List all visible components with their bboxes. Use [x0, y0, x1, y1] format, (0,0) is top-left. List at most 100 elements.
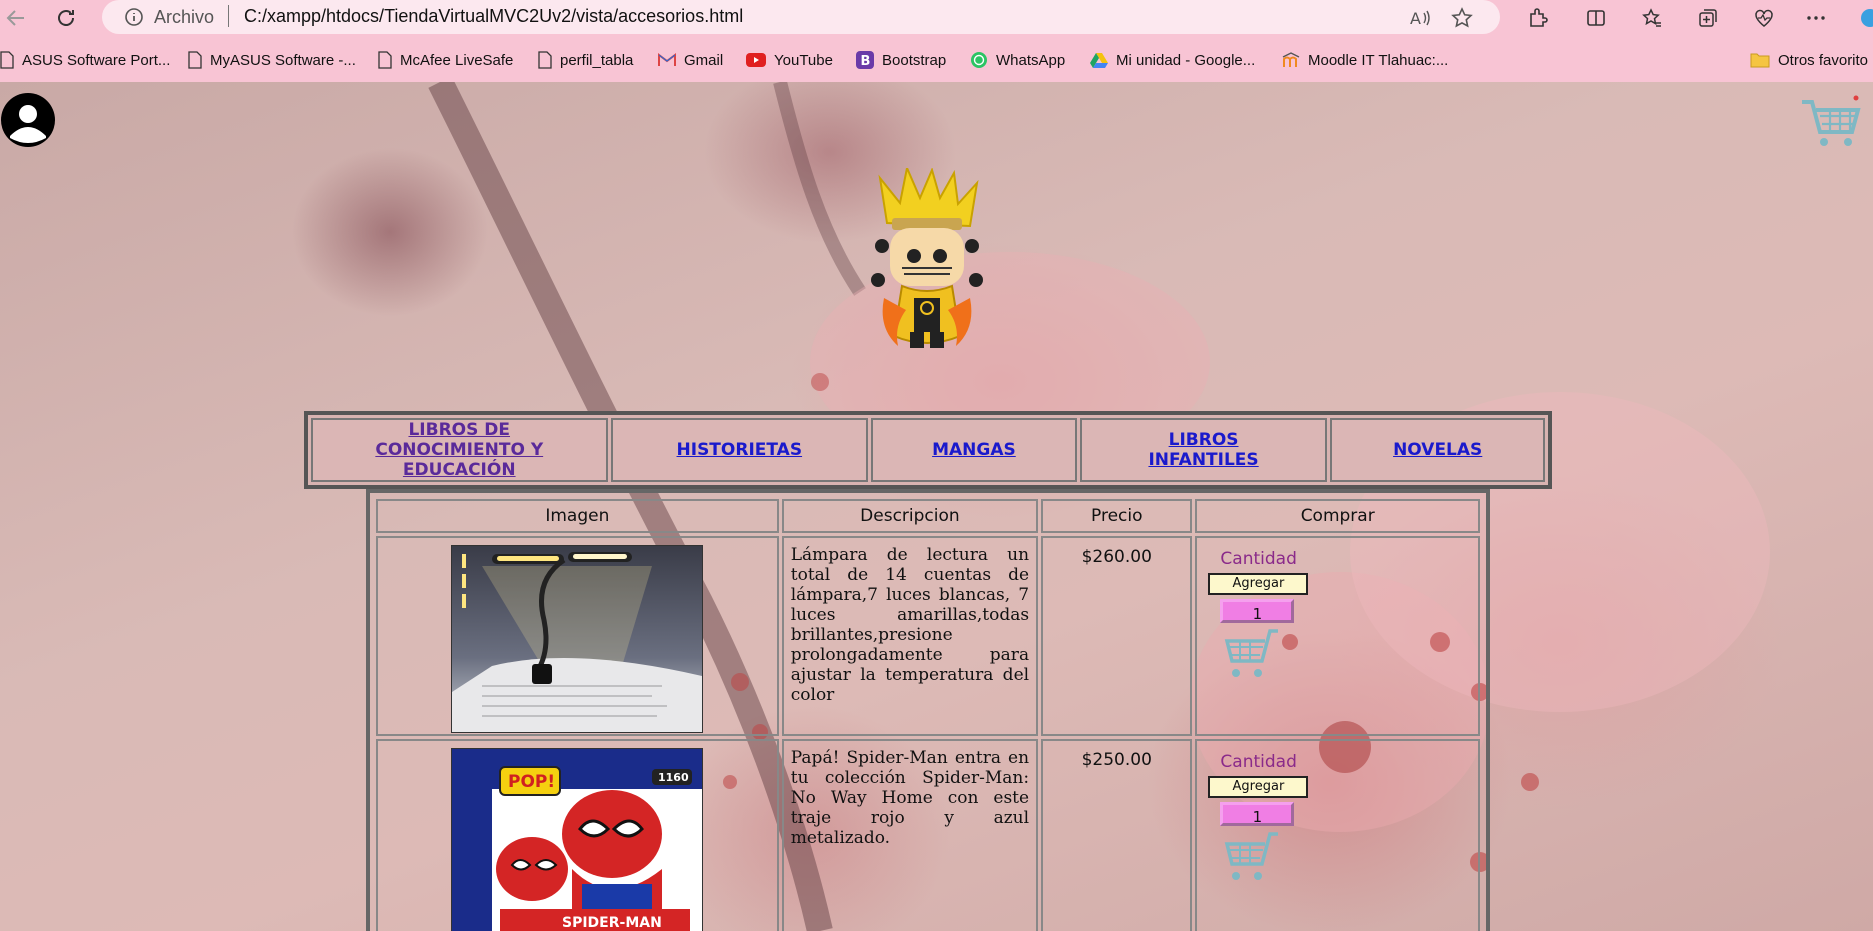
- column-header-descripcion: Descripcion: [781, 499, 1039, 533]
- info-icon: [125, 8, 143, 26]
- product-description-cell: Lámpara de lectura un total de 14 cuenta…: [781, 536, 1039, 736]
- product-table-container: Imagen Descripcion Precio Comprar Lámpar…: [366, 489, 1490, 931]
- bookmark-label: MyASUS Software -...: [210, 51, 356, 69]
- bookmark-label: Mi unidad - Google...: [1116, 51, 1256, 69]
- page-icon: [0, 51, 14, 69]
- product-description-cell: Papá! Spider-Man entra en tu colección S…: [781, 739, 1039, 931]
- column-header-imagen: Imagen: [376, 499, 779, 533]
- product-price-cell: $260.00: [1041, 536, 1193, 736]
- category-link-historietas[interactable]: HISTORIETAS: [677, 440, 803, 460]
- add-to-cart-button[interactable]: Agregar: [1208, 776, 1309, 798]
- product-description: Lámpara de lectura un total de 14 cuenta…: [790, 545, 1030, 705]
- bootstrap-icon: B: [856, 51, 874, 69]
- bookmark-gmail[interactable]: Gmail: [658, 48, 723, 72]
- page-icon: [378, 51, 392, 69]
- moodle-icon: [1282, 52, 1300, 67]
- youtube-icon: [746, 53, 766, 67]
- quantity-label: Cantidad: [1220, 549, 1297, 569]
- column-header-precio: Precio: [1041, 499, 1193, 533]
- bookmark-label: McAfee LiveSafe: [400, 51, 514, 69]
- heart-pulse-icon: [1755, 9, 1773, 27]
- split-screen-button[interactable]: [1582, 4, 1610, 32]
- shopping-cart-icon[interactable]: [1800, 94, 1862, 150]
- shopping-cart-icon[interactable]: [1224, 625, 1282, 681]
- quantity-input[interactable]: 1: [1220, 599, 1295, 623]
- naruto-figure-logo: [871, 168, 983, 348]
- collections-icon: [1699, 9, 1717, 27]
- collections-button[interactable]: [1694, 4, 1722, 32]
- folder-icon: [1750, 53, 1770, 68]
- user-avatar-icon[interactable]: [0, 92, 56, 148]
- bookmark-moodle[interactable]: Moodle IT Tlahuac:...: [1282, 48, 1448, 72]
- shopping-cart-icon[interactable]: [1224, 828, 1282, 884]
- other-favorites-folder[interactable]: Otros favorito: [1750, 48, 1868, 72]
- svg-text:A: A: [1410, 9, 1421, 28]
- page-content: LIBROS DE CONOCIMIENTO Y EDUCACIÓN HISTO…: [0, 82, 1873, 931]
- reload-icon: [58, 10, 74, 26]
- bookmark-whatsapp[interactable]: WhatsApp: [970, 48, 1065, 72]
- product-price: $250.00: [1081, 750, 1152, 770]
- more-dots-icon: [1807, 16, 1825, 20]
- reload-button[interactable]: [52, 4, 80, 32]
- puzzle-icon: [1530, 8, 1548, 27]
- back-arrow-icon: [6, 10, 24, 26]
- product-buy-cell: Cantidad Agregar 1: [1195, 536, 1480, 736]
- table-row: Lámpara de lectura un total de 14 cuenta…: [376, 536, 1480, 736]
- favorite-star-icon[interactable]: [1450, 6, 1474, 30]
- category-cell: LIBROS DE CONOCIMIENTO Y EDUCACIÓN: [311, 418, 608, 482]
- bookmark-label: YouTube: [774, 51, 833, 69]
- spiderman-funko-image: POP! 1160 SPIDER-MAN: [451, 748, 704, 931]
- bookmark-mcafee[interactable]: McAfee LiveSafe: [378, 48, 513, 72]
- menu-button[interactable]: [1802, 4, 1830, 32]
- bookmark-label: ASUS Software Port...: [22, 51, 171, 69]
- read-aloud-icon[interactable]: A: [1408, 6, 1432, 30]
- category-cell: MANGAS: [871, 418, 1077, 482]
- bookmark-label: perfil_tabla: [560, 51, 634, 69]
- category-link-mangas[interactable]: MANGAS: [932, 440, 1016, 460]
- category-link-libros-conocimiento[interactable]: LIBROS DE CONOCIMIENTO Y EDUCACIÓN: [369, 420, 549, 480]
- quantity-input[interactable]: 1: [1220, 802, 1295, 826]
- bookmark-label: Gmail: [684, 51, 724, 69]
- funko-name-text: SPIDER-MAN: [562, 915, 662, 931]
- browser-chrome: Archivo C:/xampp/htdocs/TiendaVirtualMVC…: [0, 0, 1873, 82]
- browser-essentials-button[interactable]: [1750, 4, 1778, 32]
- split-screen-icon: [1587, 10, 1605, 26]
- gmail-icon: [658, 53, 676, 66]
- product-price: $260.00: [1081, 547, 1152, 567]
- column-header-comprar: Comprar: [1195, 499, 1480, 533]
- quantity-label: Cantidad: [1220, 752, 1297, 772]
- product-buy-cell: Cantidad Agregar 1: [1195, 739, 1480, 931]
- bookmark-asus-software[interactable]: ASUS Software Port...: [0, 48, 170, 72]
- category-navigation: LIBROS DE CONOCIMIENTO Y EDUCACIÓN HISTO…: [304, 411, 1552, 489]
- bookmark-google-drive[interactable]: Mi unidad - Google...: [1090, 48, 1255, 72]
- other-favorites-label: Otros favorito: [1778, 51, 1869, 69]
- favorites-button[interactable]: [1638, 4, 1666, 32]
- bookmark-myasus[interactable]: MyASUS Software -...: [188, 48, 356, 72]
- back-button[interactable]: [2, 4, 30, 32]
- product-price-cell: $250.00: [1041, 739, 1193, 931]
- category-link-libros-infantiles[interactable]: LIBROS INFANTILES: [1144, 430, 1264, 470]
- category-link-novelas[interactable]: NOVELAS: [1393, 440, 1482, 460]
- category-cell: NOVELAS: [1330, 418, 1546, 482]
- bookmark-bootstrap[interactable]: B Bootstrap: [856, 48, 946, 72]
- product-image-cell: POP! 1160 SPIDER-MAN: [376, 739, 779, 931]
- bookmark-youtube[interactable]: YouTube: [746, 48, 833, 72]
- reading-lamp-image: [451, 545, 704, 733]
- bookmarks-bar: ASUS Software Port... MyASUS Software -.…: [0, 44, 1873, 76]
- product-image-cell: [376, 536, 779, 736]
- category-cell: LIBROS INFANTILES: [1079, 418, 1328, 482]
- page-icon: [538, 51, 552, 69]
- bookmark-perfil-tabla[interactable]: perfil_tabla: [538, 48, 633, 72]
- address-bar[interactable]: Archivo C:/xampp/htdocs/TiendaVirtualMVC…: [102, 0, 1500, 34]
- address-scheme: Archivo: [154, 7, 215, 27]
- extensions-button[interactable]: [1524, 4, 1552, 32]
- address-divider: [228, 5, 229, 27]
- bookmark-label: Bootstrap: [882, 51, 947, 69]
- copilot-button[interactable]: [1856, 4, 1873, 32]
- funko-brand-text: POP!: [508, 772, 555, 792]
- address-url[interactable]: C:/xampp/htdocs/TiendaVirtualMVC2Uv2/vis…: [244, 6, 743, 27]
- add-to-cart-button[interactable]: Agregar: [1208, 573, 1309, 595]
- funko-number-text: 1160: [658, 771, 689, 784]
- address-row: Archivo C:/xampp/htdocs/TiendaVirtualMVC…: [0, 0, 1873, 36]
- svg-text:B: B: [861, 54, 871, 69]
